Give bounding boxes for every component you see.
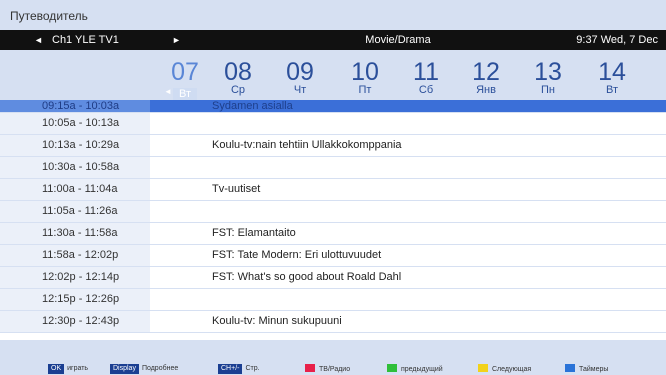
program-title: FST: Elamantaito <box>212 227 296 239</box>
green-key-icon <box>387 364 397 372</box>
date-12[interactable]: 12 Янв <box>461 58 511 97</box>
genre-label: Movie/Drama <box>365 34 431 46</box>
schedule-row[interactable]: 11:30a - 11:58a FST: Elamantaito <box>0 223 666 245</box>
program-title: Sydamen asialla <box>150 100 666 112</box>
ok-play-hint[interactable]: OK играть <box>48 364 88 374</box>
date-08[interactable]: 08 Ср <box>213 58 263 97</box>
date-day: Сб <box>418 84 434 96</box>
blue-timers-hint[interactable]: Таймеры <box>565 364 608 374</box>
time-slot: 10:30a - 10:58a <box>0 157 150 178</box>
next-channel-icon[interactable]: ► <box>172 30 181 50</box>
time-slot: 09:15a - 10:03a <box>0 100 150 112</box>
ok-key: OK <box>48 364 65 374</box>
time-slot: 12:30p - 12:43p <box>0 311 150 332</box>
date-day: Ср <box>230 84 246 96</box>
date-number: 10 <box>351 58 379 86</box>
schedule-row[interactable]: 11:58a - 12:02p FST: Tate Modern: Eri ul… <box>0 245 666 267</box>
footer-spacer <box>0 340 666 362</box>
channel-page-hint[interactable]: CH+/- Стр. <box>218 364 260 374</box>
time-slot: 12:02p - 12:14p <box>0 267 150 288</box>
program-title: FST: Tate Modern: Eri ulottuvuudet <box>212 249 382 261</box>
display-label: Подробнее <box>141 365 179 372</box>
blue-key-icon <box>565 364 575 372</box>
key-legend-bar: OK играть Display Подробнее CH+/- Стр. ТВ/Р… <box>0 362 666 375</box>
red-label: ТВ/Радио <box>319 366 351 373</box>
red-key-icon <box>305 364 315 372</box>
yellow-key-icon <box>478 364 488 372</box>
date-day: Пт <box>358 84 372 96</box>
schedule-row[interactable]: 11:05a - 11:26a <box>0 201 666 223</box>
display-details-hint[interactable]: Display Подробнее <box>110 364 178 374</box>
date-number: 12 <box>472 58 500 86</box>
date-number: 13 <box>534 58 562 86</box>
schedule-row[interactable]: 09:15a - 10:03a Sydamen asialla <box>0 100 666 113</box>
program-title: FST: What's so good about Roald Dahl <box>212 271 402 283</box>
date-number: 09 <box>286 58 314 86</box>
program-title: Tv-uutiset <box>212 183 261 195</box>
date-day: Янв <box>476 84 496 96</box>
ch-label: Стр. <box>245 365 260 372</box>
clock: 9:37 Wed, 7 Dec <box>576 34 658 46</box>
schedule-row[interactable]: 12:02p - 12:14p FST: What's so good abou… <box>0 267 666 289</box>
channel-nav-bar: ◄ Ch1 YLE TV1 ► Movie/Drama 9:37 Wed, 7 … <box>0 30 666 50</box>
time-slot: 12:15p - 12:26p <box>0 289 150 310</box>
time-slot: 10:05a - 10:13a <box>0 113 150 134</box>
window-title: Путеводитель <box>0 0 666 30</box>
date-14[interactable]: 14 Вт <box>587 58 637 97</box>
program-title <box>150 113 666 134</box>
date-number: 08 <box>224 58 252 86</box>
display-key: Display <box>110 364 139 374</box>
schedule-row[interactable]: 10:13a - 10:29a Koulu-tv:nain tehtiin Ul… <box>0 135 666 157</box>
red-tv-radio-hint[interactable]: ТВ/Радио <box>305 364 350 374</box>
ok-label: играть <box>67 365 89 372</box>
date-left-icon: ◄ <box>164 87 172 96</box>
time-slot: 11:58a - 12:02p <box>0 245 150 266</box>
schedule-row[interactable]: 10:05a - 10:13a <box>0 113 666 135</box>
date-day: Чт <box>293 84 307 96</box>
date-13[interactable]: 13 Пн <box>523 58 573 97</box>
time-slot: 11:00a - 11:04a <box>0 179 150 200</box>
date-day: Вт <box>605 84 618 96</box>
date-07[interactable]: 07 Вт ◄ <box>160 60 210 102</box>
green-label: предыдущий <box>401 366 443 373</box>
program-title: Koulu-tv:nain tehtiin Ullakkokomppania <box>212 139 402 151</box>
schedule-grid: 09:15a - 10:03a Sydamen asialla 10:05a -… <box>0 100 666 333</box>
date-number: 11 <box>413 58 439 86</box>
date-number: 14 <box>598 58 626 86</box>
time-slot: 11:30a - 11:58a <box>0 223 150 244</box>
time-slot: 11:05a - 11:26a <box>0 201 150 222</box>
schedule-row[interactable]: 12:30p - 12:43p Koulu-tv: Minun sukupuun… <box>0 311 666 333</box>
program-title: Koulu-tv: Minun sukupuuni <box>212 315 342 327</box>
date-11[interactable]: 11 Сб <box>401 58 451 97</box>
schedule-row[interactable]: 11:00a - 11:04a Tv-uutiset <box>0 179 666 201</box>
yellow-label: Следующая <box>492 366 532 373</box>
program-title <box>150 157 666 178</box>
schedule-row[interactable]: 10:30a - 10:58a <box>0 157 666 179</box>
program-title <box>150 201 666 222</box>
ch-key: CH+/- <box>218 364 243 374</box>
green-previous-hint[interactable]: предыдущий <box>387 364 443 374</box>
blue-label: Таймеры <box>579 366 609 373</box>
date-strip: 07 Вт ◄ 08 Ср 09 Чт 10 Пт 11 Сб 12 Янв 1… <box>0 50 666 100</box>
date-number: 07 <box>171 58 199 86</box>
schedule-row[interactable]: 12:15p - 12:26p <box>0 289 666 311</box>
yellow-next-hint[interactable]: Следующая <box>478 364 531 374</box>
time-slot: 10:13a - 10:29a <box>0 135 150 156</box>
program-title <box>150 289 666 310</box>
prev-channel-icon[interactable]: ◄ <box>34 30 43 50</box>
date-10[interactable]: 10 Пт <box>340 58 390 97</box>
date-day: Пн <box>541 84 555 96</box>
date-09[interactable]: 09 Чт <box>275 58 325 97</box>
channel-name: Ch1 YLE TV1 <box>52 34 119 46</box>
date-day: Вт <box>172 88 197 100</box>
